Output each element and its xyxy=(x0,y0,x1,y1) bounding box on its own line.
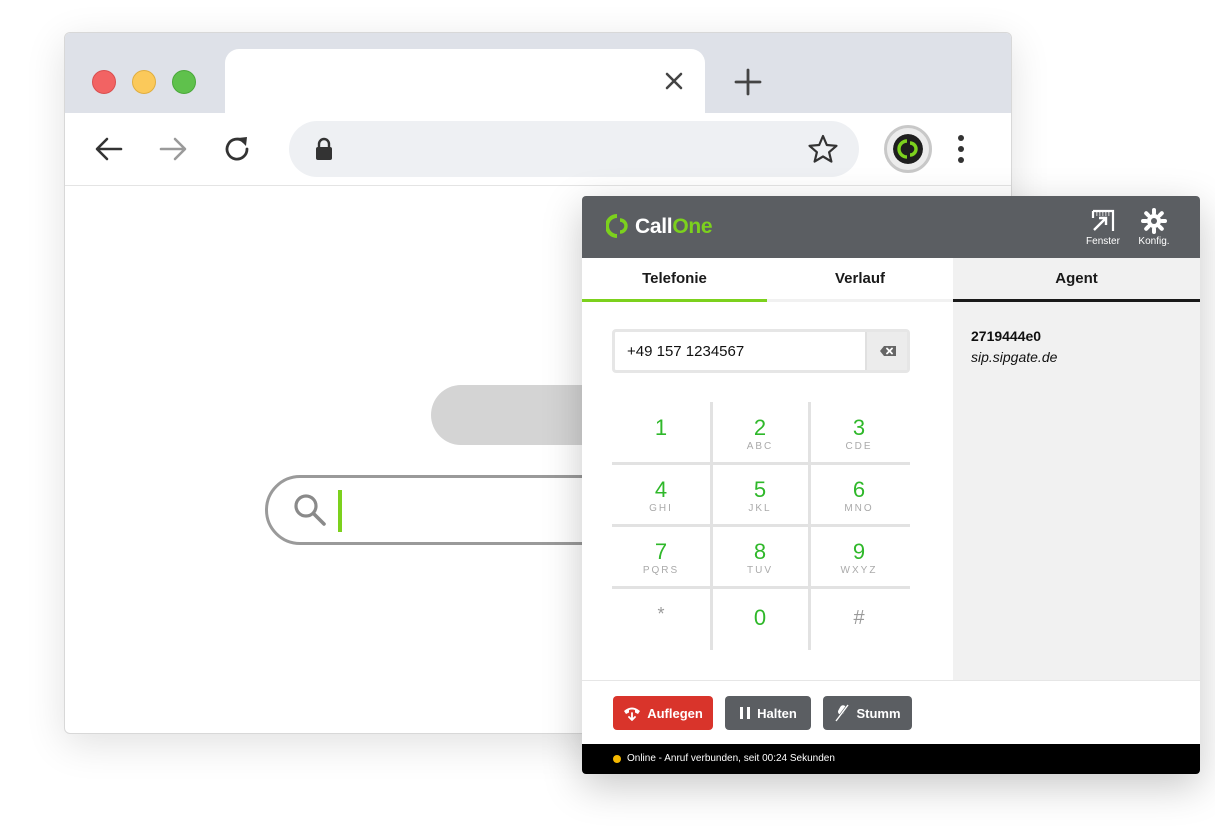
key-3[interactable]: 3 CDE xyxy=(810,402,908,464)
hold-label: Halten xyxy=(757,705,797,721)
key-0[interactable]: 0 xyxy=(711,592,809,654)
address-bar[interactable] xyxy=(289,121,859,177)
tab-strip xyxy=(65,33,1011,113)
dial-keypad: 1 2 ABC 3 CDE 4 GHI 5 JKL 6 MNO 7 PQRS 8 TUV 9W… xyxy=(612,402,910,652)
status-indicator xyxy=(613,755,621,763)
key-2[interactable]: 2 ABC xyxy=(711,402,809,464)
phone-number-field xyxy=(612,329,910,373)
key-6[interactable]: 6 MNO xyxy=(810,464,908,526)
key-star[interactable]: * xyxy=(612,588,710,650)
callone-logo-icon xyxy=(893,134,923,164)
key-9[interactable]: 9 WXYZ xyxy=(810,526,908,588)
agent-id: 2719444e0 xyxy=(971,328,1042,344)
hangup-button[interactable]: Auflegen xyxy=(613,696,713,730)
callone-logo-text: CallOne xyxy=(635,215,713,238)
call-actions: Auflegen Halten Stumm xyxy=(582,680,1200,745)
plus-icon[interactable] xyxy=(733,67,763,97)
mute-button[interactable]: Stumm xyxy=(823,696,912,730)
config-button[interactable]: Konfig. xyxy=(1129,208,1179,250)
maximize-window-button[interactable] xyxy=(172,70,196,94)
backspace-icon xyxy=(880,346,896,356)
mic-off-icon xyxy=(835,704,850,722)
close-icon[interactable] xyxy=(661,68,687,94)
key-hash[interactable]: # xyxy=(810,592,908,654)
lock-icon xyxy=(316,137,332,160)
key-8[interactable]: 8 TUV xyxy=(711,526,809,588)
status-text: Online - Anruf verbunden, seit 00:24 Sek… xyxy=(627,753,835,764)
tab-agent[interactable]: Agent xyxy=(953,258,1200,302)
key-1[interactable]: 1 xyxy=(612,402,710,464)
hangup-label: Auflegen xyxy=(647,705,703,721)
reload-icon[interactable] xyxy=(221,133,253,165)
phone-number-input[interactable] xyxy=(615,332,879,370)
gear-icon xyxy=(1141,208,1167,234)
key-5[interactable]: 5 JKL xyxy=(711,464,809,526)
popout-icon xyxy=(1091,209,1115,231)
search-icon xyxy=(294,494,326,526)
window-popout-button[interactable]: Fenster xyxy=(1078,208,1128,250)
callone-panel: CallOne Fenster Konfig. Telefonie Verlau… xyxy=(582,196,1200,774)
key-7[interactable]: 7 PQRS xyxy=(612,526,710,588)
mute-label: Stumm xyxy=(856,705,901,721)
browser-toolbar xyxy=(65,113,1011,186)
hangup-icon xyxy=(624,707,641,721)
agent-pane: 2719444e0 sip.sipgate.de xyxy=(953,302,1200,680)
back-arrow-icon[interactable] xyxy=(93,133,125,165)
popout-label: Fenster xyxy=(1086,236,1120,247)
close-window-button[interactable] xyxy=(92,70,116,94)
browser-menu-icon[interactable] xyxy=(953,133,969,165)
agent-host: sip.sipgate.de xyxy=(971,349,1058,365)
callone-tabs: Telefonie Verlauf Agent xyxy=(582,258,1200,302)
callone-extension-button[interactable] xyxy=(884,125,932,173)
tab-telefonie[interactable]: Telefonie xyxy=(582,258,767,302)
bookmark-star-icon[interactable] xyxy=(807,133,839,165)
callone-header: CallOne Fenster Konfig. xyxy=(582,196,1200,258)
pause-icon xyxy=(740,707,751,719)
text-cursor xyxy=(338,490,342,532)
hold-button[interactable]: Halten xyxy=(725,696,811,730)
key-4[interactable]: 4 GHI xyxy=(612,464,710,526)
tab-verlauf[interactable]: Verlauf xyxy=(767,258,953,302)
minimize-window-button[interactable] xyxy=(132,70,156,94)
callone-logo-icon xyxy=(606,214,628,238)
forward-arrow-icon[interactable] xyxy=(157,133,189,165)
backspace-button[interactable] xyxy=(865,332,907,370)
browser-tab[interactable] xyxy=(225,49,705,113)
status-bar: Online - Anruf verbunden, seit 00:24 Sek… xyxy=(582,744,1200,774)
config-label: Konfig. xyxy=(1138,236,1170,247)
